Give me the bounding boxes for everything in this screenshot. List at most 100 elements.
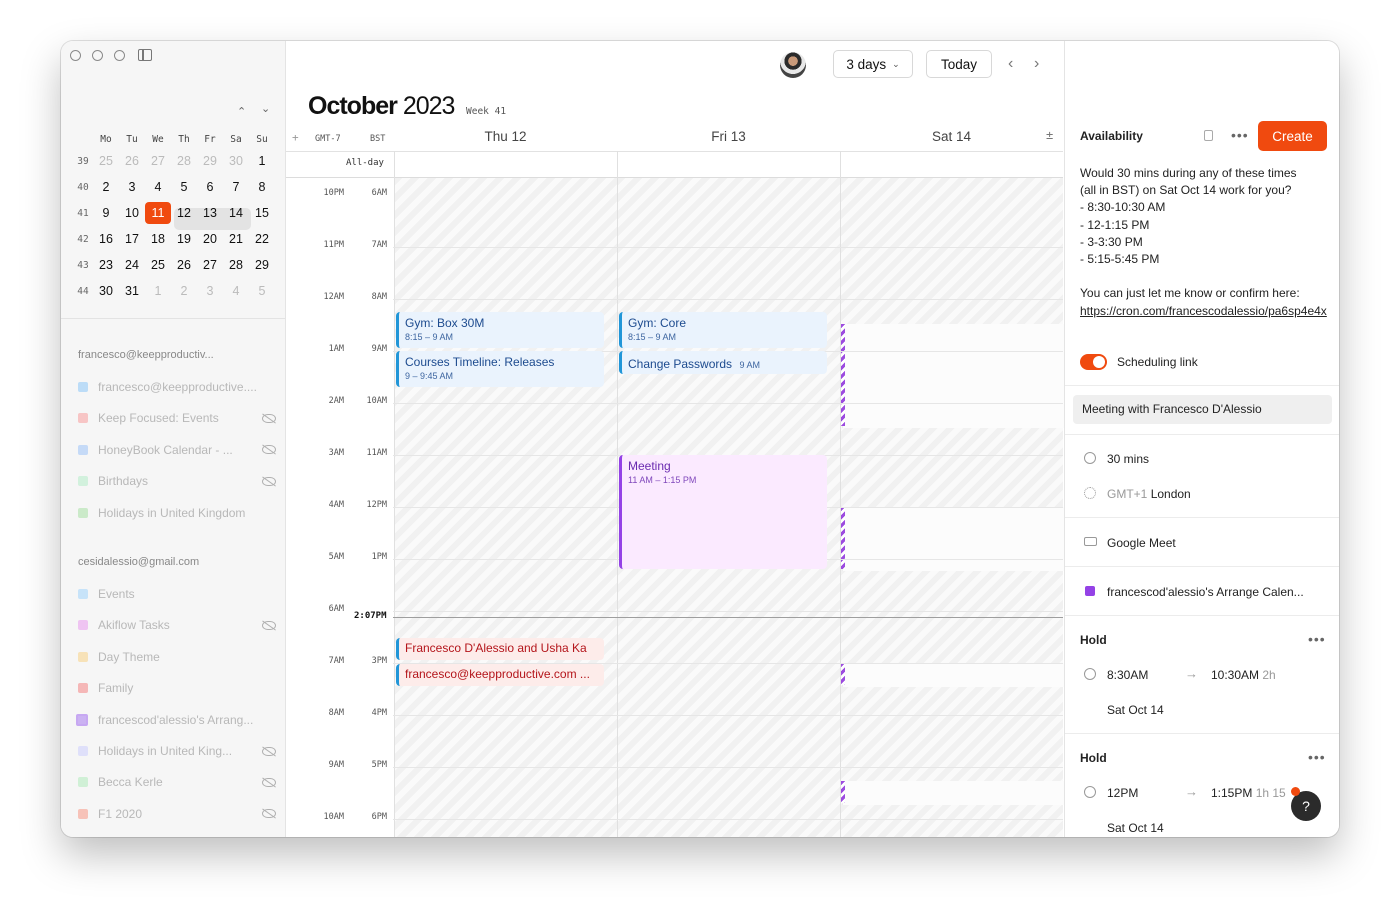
zoom-window-button[interactable] xyxy=(114,50,125,61)
mini-cal-day[interactable]: 5 xyxy=(171,176,197,198)
more-options-icon[interactable]: ••• xyxy=(1231,127,1249,143)
calendar-item[interactable]: Birthdays xyxy=(78,471,276,491)
hold-start-time[interactable]: 12PM xyxy=(1107,786,1138,800)
expand-icon[interactable]: ± xyxy=(1046,128,1053,142)
close-window-button[interactable] xyxy=(70,50,81,61)
calendar-color-swatch[interactable] xyxy=(76,713,88,726)
mini-cal-day[interactable]: 27 xyxy=(197,254,223,276)
duration-value[interactable]: 30 mins xyxy=(1107,452,1149,466)
meeting-title-input[interactable]: Meeting with Francesco D'Alessio xyxy=(1073,395,1332,424)
mini-cal-day[interactable]: 9 xyxy=(93,202,119,224)
mini-cal-day[interactable]: 1 xyxy=(145,280,171,302)
scheduling-url-link[interactable]: https://cron.com/francescodalessio/pa6sp… xyxy=(1080,303,1328,320)
copy-icon[interactable] xyxy=(1204,130,1213,141)
eye-off-icon[interactable] xyxy=(262,476,276,486)
calendar-item[interactable]: Keep Focused: Events xyxy=(78,408,276,428)
hold-start-time[interactable]: 8:30AM xyxy=(1107,668,1148,682)
today-button[interactable]: Today xyxy=(926,50,992,78)
hold-more-icon[interactable]: ••• xyxy=(1308,749,1326,765)
calendar-color-swatch[interactable] xyxy=(78,589,88,599)
prev-arrow-icon[interactable]: ‹ xyxy=(1008,55,1013,73)
hold-end-time[interactable]: 1:15PM 1h 15 xyxy=(1211,786,1286,800)
mini-cal-day[interactable]: 29 xyxy=(249,254,275,276)
mini-cal-day[interactable]: 4 xyxy=(145,176,171,198)
mini-cal-prev-icon[interactable]: ⌃ xyxy=(237,105,246,118)
next-arrow-icon[interactable]: › xyxy=(1034,55,1039,73)
calendar-value[interactable]: francescod'alessio's Arrange Calen... xyxy=(1107,585,1304,599)
calendar-color-swatch[interactable] xyxy=(78,808,88,819)
eye-off-icon[interactable] xyxy=(262,777,276,787)
eye-off-icon[interactable] xyxy=(262,620,276,630)
calendar-color-swatch[interactable] xyxy=(78,683,88,694)
event-gym-box[interactable]: Gym: Box 30M 8:15 – 9 AM xyxy=(396,312,604,348)
mini-cal-day[interactable]: 1 xyxy=(249,150,275,172)
mini-cal-day[interactable]: 18 xyxy=(145,228,171,250)
mini-cal-day[interactable]: 31 xyxy=(119,280,145,302)
calendar-item[interactable]: francesco@keepproductive.... xyxy=(78,377,276,397)
calendar-item[interactable]: Events xyxy=(78,584,276,604)
mini-cal-day[interactable]: 23 xyxy=(93,254,119,276)
mini-cal-day[interactable]: 3 xyxy=(197,280,223,302)
calendar-item[interactable]: Becca Kerle xyxy=(78,772,276,792)
mini-cal-day[interactable]: 29 xyxy=(197,150,223,172)
calendar-item[interactable]: Holidays in United King... xyxy=(78,741,276,761)
mini-cal-day[interactable]: 25 xyxy=(145,254,171,276)
event-usha-call[interactable]: Francesco D'Alessio and Usha Ka xyxy=(396,638,604,660)
mini-cal-day[interactable]: 12 xyxy=(171,202,197,224)
calendar-color-swatch[interactable] xyxy=(78,382,88,392)
view-switch-button[interactable]: 3 days ⌄ xyxy=(833,50,913,78)
mini-cal-day[interactable]: 14 xyxy=(223,202,249,224)
event-courses-timeline[interactable]: Courses Timeline: Releases 9 – 9:45 AM xyxy=(396,351,604,387)
mini-cal-day[interactable]: 21 xyxy=(223,228,249,250)
event-change-passwords[interactable]: Change Passwords 9 AM xyxy=(619,351,827,374)
mini-cal-day[interactable]: 6 xyxy=(197,176,223,198)
mini-cal-day[interactable]: 4 xyxy=(223,280,249,302)
minimize-window-button[interactable] xyxy=(92,50,103,61)
eye-off-icon[interactable] xyxy=(262,445,276,455)
hold-date[interactable]: Sat Oct 14 xyxy=(1107,821,1164,835)
calendar-item[interactable]: Holidays in United Kingdom xyxy=(78,503,276,523)
calendar-color-swatch[interactable] xyxy=(78,444,88,455)
calendar-color-swatch[interactable] xyxy=(78,746,88,756)
mini-cal-day[interactable]: 10 xyxy=(119,202,145,224)
mini-cal-day[interactable]: 17 xyxy=(119,228,145,250)
create-button[interactable]: Create xyxy=(1258,121,1327,151)
mini-cal-day[interactable]: 8 xyxy=(249,176,275,198)
scheduling-link-toggle[interactable] xyxy=(1080,354,1107,370)
mini-cal-day[interactable]: 19 xyxy=(171,228,197,250)
day-header-sat[interactable]: Sat 14 xyxy=(840,129,1063,144)
eye-off-icon[interactable] xyxy=(262,413,276,423)
calendar-color-swatch[interactable] xyxy=(78,413,88,424)
calendar-item[interactable]: francescod'alessio's Arrang... xyxy=(76,710,276,730)
hold-end-time[interactable]: 10:30AM 2h xyxy=(1211,668,1276,682)
mini-cal-day[interactable]: 7 xyxy=(223,176,249,198)
avatar[interactable] xyxy=(780,52,806,78)
mini-cal-day[interactable]: 13 xyxy=(197,202,223,224)
mini-cal-day[interactable]: 3 xyxy=(119,176,145,198)
mini-cal-day[interactable]: 5 xyxy=(249,280,275,302)
event-meeting[interactable]: Meeting 11 AM – 1:15 PM xyxy=(619,455,827,569)
calendar-item[interactable]: Akiflow Tasks xyxy=(78,615,276,635)
mini-cal-day[interactable]: 2 xyxy=(93,176,119,198)
conferencing-value[interactable]: Google Meet xyxy=(1107,536,1176,550)
hold-date[interactable]: Sat Oct 14 xyxy=(1107,703,1164,717)
event-gym-core[interactable]: Gym: Core 8:15 – 9 AM xyxy=(619,312,827,348)
day-header-thu[interactable]: Thu 12 xyxy=(394,129,617,144)
event-keepproductive[interactable]: francesco@keepproductive.com ... xyxy=(396,664,604,686)
mini-cal-day[interactable]: 24 xyxy=(119,254,145,276)
add-timezone-icon[interactable]: + xyxy=(292,131,299,144)
mini-cal-day[interactable]: 16 xyxy=(93,228,119,250)
sidebar-toggle-icon[interactable] xyxy=(138,49,152,61)
calendar-color-swatch[interactable] xyxy=(78,777,88,788)
eye-off-icon[interactable] xyxy=(262,746,276,756)
mini-cal-day[interactable]: 28 xyxy=(223,254,249,276)
calendar-color-swatch[interactable] xyxy=(78,476,88,487)
calendar-item[interactable]: Day Theme xyxy=(78,647,276,667)
calendar-color-swatch[interactable] xyxy=(78,651,88,662)
eye-off-icon[interactable] xyxy=(262,809,276,819)
mini-cal-day[interactable]: 28 xyxy=(171,150,197,172)
mini-cal-day[interactable]: 15 xyxy=(249,202,275,224)
mini-cal-day[interactable]: 22 xyxy=(249,228,275,250)
calendar-color-swatch[interactable] xyxy=(78,507,88,518)
mini-cal-next-icon[interactable]: ⌄ xyxy=(261,102,270,115)
